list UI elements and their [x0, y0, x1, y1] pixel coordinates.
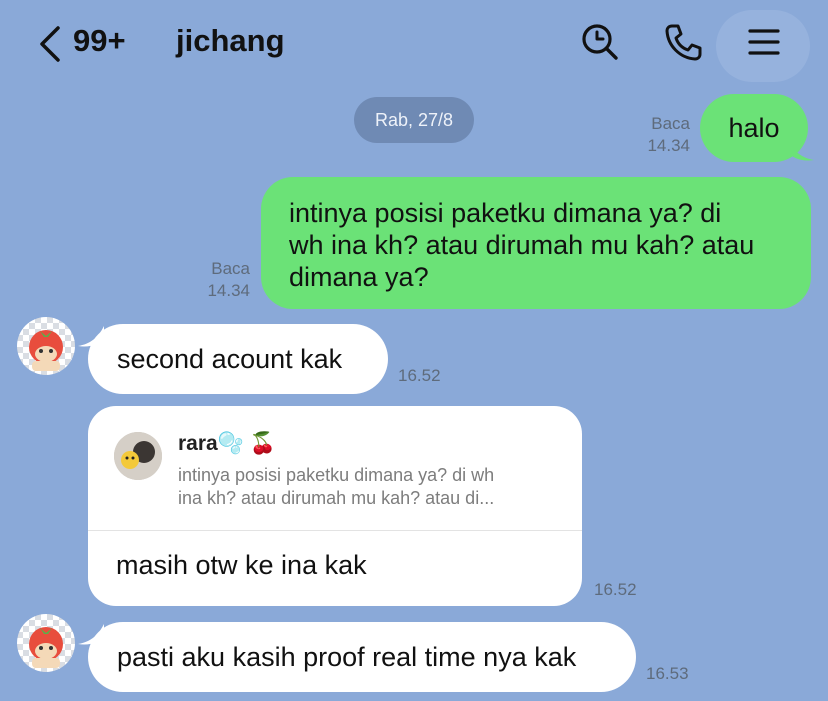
unread-count[interactable]: 99+: [73, 23, 126, 59]
message-time: 14.34: [647, 136, 690, 155]
message-time: 16.52: [398, 366, 441, 385]
received-message-bubble[interactable]: second acount kak: [88, 324, 388, 394]
quoted-message-text: intinya posisi paketku dimana ya? di wh …: [178, 464, 568, 510]
message-text-line: dimana ya?: [289, 262, 429, 292]
message-text: pasti aku kasih proof real time nya kak: [117, 642, 577, 672]
contact-name[interactable]: jichang: [176, 23, 285, 59]
reply-message-bubble[interactable]: rara🫧 🍒 intinya posisi paketku dimana ya…: [88, 406, 582, 606]
read-receipt: Baca 14.34: [190, 258, 250, 302]
tomato-character-icon: [29, 627, 63, 668]
message-time: 16.52: [594, 580, 637, 599]
received-message-bubble[interactable]: pasti aku kasih proof real time nya kak: [88, 622, 636, 692]
menu-icon[interactable]: [744, 22, 784, 62]
contact-avatar[interactable]: [17, 317, 75, 375]
search-icon[interactable]: [580, 22, 620, 62]
message-text: masih otw ke ina kak: [116, 550, 367, 580]
quoted-line: intinya posisi paketku dimana ya? di wh: [178, 465, 495, 485]
quoted-sender-avatar: [114, 432, 162, 480]
quoted-line: ina kh? atau dirumah mu kah? atau di...: [178, 488, 495, 508]
read-label: Baca: [651, 114, 690, 133]
read-label: Baca: [211, 259, 250, 278]
chat-header: 99+ jichang: [0, 0, 828, 86]
chevron-left-icon[interactable]: [34, 24, 64, 64]
phone-icon[interactable]: [663, 22, 703, 62]
message-text-line: wh ina kh? atau dirumah mu kah? atau: [289, 230, 755, 260]
sent-message-bubble[interactable]: halo: [700, 94, 808, 162]
message-text: second acount kak: [117, 344, 343, 374]
message-time: 14.34: [207, 281, 250, 300]
message-text-line: intinya posisi paketku dimana ya? di: [289, 198, 722, 228]
contact-avatar[interactable]: [17, 614, 75, 672]
quoted-sender-name: rara🫧 🍒: [178, 432, 276, 455]
read-receipt: Baca 14.34: [630, 113, 690, 157]
message-time: 16.53: [646, 664, 689, 683]
message-text: halo: [728, 113, 780, 143]
sent-message-bubble[interactable]: intinya posisi paketku dimana ya? di wh …: [261, 177, 811, 309]
divider: [88, 530, 582, 531]
tomato-character-icon: [29, 330, 63, 371]
date-separator: Rab, 27/8: [354, 97, 474, 143]
